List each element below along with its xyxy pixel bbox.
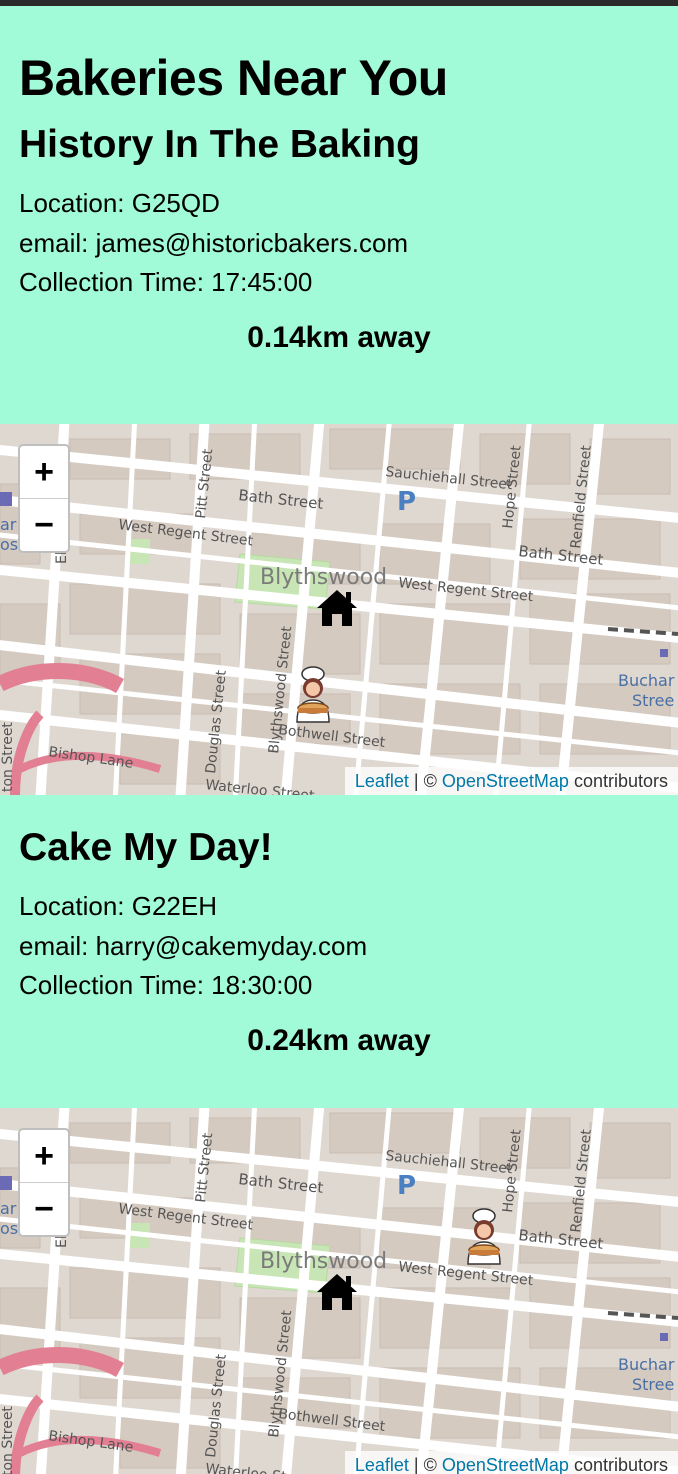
parking-label: P bbox=[397, 487, 416, 517]
home-icon[interactable] bbox=[316, 1272, 358, 1312]
map-attribution: Leaflet | © OpenStreetMap contributors bbox=[344, 1451, 678, 1474]
baker-icon[interactable] bbox=[289, 664, 337, 726]
osm-link[interactable]: OpenStreetMap bbox=[442, 771, 569, 791]
bakery-distance: 0.14km away bbox=[247, 320, 431, 354]
leaflet-link[interactable]: Leaflet bbox=[355, 771, 409, 791]
bakery-name: History In The Baking bbox=[19, 123, 420, 166]
street-label: os bbox=[0, 535, 18, 554]
bakery-card-2: Cake My Day! Location: G22EH email: harr… bbox=[0, 795, 678, 1108]
map-attribution: Leaflet | © OpenStreetMap contributors bbox=[344, 767, 678, 795]
street-label: Stree bbox=[632, 1375, 674, 1394]
map-2[interactable]: P Sauchiehall Street Bath Street Bath St… bbox=[0, 1108, 678, 1474]
street-label: Buchar bbox=[618, 1355, 675, 1374]
baker-icon[interactable] bbox=[460, 1206, 508, 1268]
area-label: Blythswood bbox=[260, 565, 387, 590]
street-label: ar bbox=[0, 1199, 17, 1218]
street-label: os bbox=[0, 1219, 18, 1238]
bakery-email: email: james@historicbakers.com bbox=[19, 227, 409, 258]
area-label: Blythswood bbox=[260, 1249, 387, 1274]
attribution-separator: | © bbox=[408, 1455, 442, 1474]
zoom-in-button[interactable]: + bbox=[20, 1130, 68, 1182]
bakery-collection-time: Collection Time: 18:30:00 bbox=[19, 970, 313, 1000]
bakery-location: Location: G25QD bbox=[19, 188, 220, 218]
street-label: ton Street bbox=[0, 1406, 16, 1474]
street-label: Buchar bbox=[618, 671, 675, 690]
home-icon[interactable] bbox=[316, 588, 358, 628]
parking-label: P bbox=[397, 1171, 416, 1201]
page-title: Bakeries Near You bbox=[19, 50, 448, 106]
street-label: ar bbox=[0, 515, 17, 534]
bakery-card-1: Bakeries Near You History In The Baking … bbox=[0, 6, 678, 424]
zoom-out-button[interactable]: − bbox=[20, 1182, 68, 1235]
attribution-suffix: contributors bbox=[568, 771, 668, 791]
attribution-suffix: contributors bbox=[568, 1455, 668, 1474]
bakery-location: Location: G22EH bbox=[19, 891, 218, 921]
street-label: ton Street bbox=[0, 722, 16, 792]
zoom-control: + − bbox=[18, 444, 70, 553]
zoom-control: + − bbox=[18, 1128, 70, 1237]
bakery-distance: 0.24km away bbox=[247, 1023, 431, 1057]
bakery-email: email: harry@cakemyday.com bbox=[19, 930, 368, 961]
leaflet-link[interactable]: Leaflet bbox=[355, 1455, 409, 1474]
map-1[interactable]: P Sauchiehall Street Bath Street Bath St… bbox=[0, 424, 678, 795]
attribution-separator: | © bbox=[408, 771, 442, 791]
bakery-name: Cake My Day! bbox=[19, 826, 273, 869]
osm-link[interactable]: OpenStreetMap bbox=[442, 1455, 569, 1474]
page: Bakeries Near You History In The Baking … bbox=[0, 6, 678, 1474]
zoom-in-button[interactable]: + bbox=[20, 446, 68, 498]
bakery-collection-time: Collection Time: 17:45:00 bbox=[19, 267, 313, 297]
zoom-out-button[interactable]: − bbox=[20, 498, 68, 551]
street-label: Stree bbox=[632, 691, 674, 710]
